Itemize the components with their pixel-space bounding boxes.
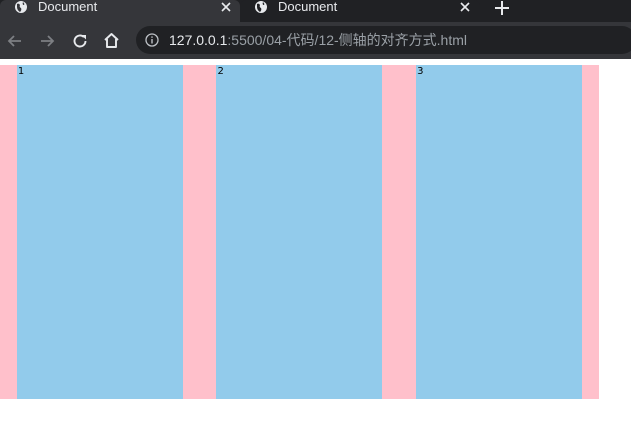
globe-icon [255,1,267,13]
back-arrow-icon[interactable] [6,32,24,50]
tab-document-active[interactable]: Document [0,0,240,22]
reload-icon[interactable] [71,32,89,50]
close-icon[interactable] [459,1,471,13]
flex-container: 1 2 3 [0,65,599,399]
flex-item-2: 2 [216,65,383,399]
plus-icon[interactable] [491,0,513,18]
address-bar[interactable]: 127.0.0.1:5500/04-代码/12-侧轴的对齐方式.html [136,26,631,54]
tab-title: Document [38,0,98,14]
url-text[interactable]: 127.0.0.1:5500/04-代码/12-侧轴的对齐方式.html [169,26,467,54]
close-icon[interactable] [220,1,232,13]
url-path: :5500/04-代码/12-侧轴的对齐方式.html [227,32,468,48]
browser-toolbar: 127.0.0.1:5500/04-代码/12-侧轴的对齐方式.html [0,22,631,59]
tab-strip: Document Document [0,0,631,22]
url-host: 127.0.0.1 [169,32,228,48]
flex-item-1: 1 [16,65,183,399]
home-icon[interactable] [102,31,121,50]
flex-item-3: 3 [416,65,583,399]
tab-document[interactable]: Document [240,0,480,22]
globe-icon [15,1,27,13]
forward-arrow-icon[interactable] [38,32,56,50]
info-icon[interactable] [145,33,159,47]
tab-title: Document [278,0,338,14]
